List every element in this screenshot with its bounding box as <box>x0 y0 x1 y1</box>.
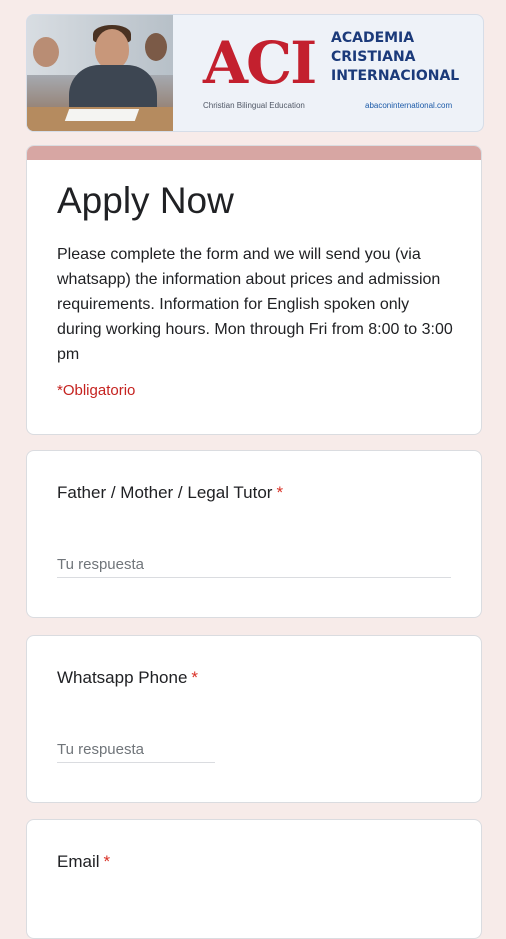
question-card-whatsapp-phone: Whatsapp Phone * <box>26 635 482 803</box>
required-asterisk: * <box>191 668 199 687</box>
question-label-text: Whatsapp Phone <box>57 668 188 687</box>
question-label-text: Father / Mother / Legal Tutor <box>57 483 273 502</box>
question-card-father-mother-tutor: Father / Mother / Legal Tutor * <box>26 450 482 618</box>
school-tagline: Christian Bilingual Education <box>203 101 305 110</box>
accent-bar <box>27 146 481 160</box>
header-banner: ACI ACADEMIA CRISTIANA INTERNACIONAL Chr… <box>26 14 484 132</box>
required-note: *Obligatorio <box>57 382 136 399</box>
aci-logo: ACI <box>203 29 317 97</box>
father-mother-tutor-input[interactable] <box>57 551 451 578</box>
form-header-card: Apply Now Please complete the form and w… <box>26 145 482 435</box>
required-asterisk: * <box>103 852 111 871</box>
question-label-text: Email <box>57 852 100 871</box>
form-description: Please complete the form and we will sen… <box>57 246 453 363</box>
question-label: Father / Mother / Legal Tutor * <box>57 483 283 503</box>
whatsapp-phone-input[interactable] <box>57 736 215 763</box>
required-asterisk: * <box>276 483 284 502</box>
form-title: Apply Now <box>57 180 234 221</box>
question-label: Whatsapp Phone * <box>57 668 198 688</box>
school-name: ACADEMIA CRISTIANA INTERNACIONAL <box>331 30 460 84</box>
school-url: abaconinternational.com <box>365 101 453 110</box>
question-label: Email * <box>57 852 110 872</box>
question-card-email: Email * <box>26 819 482 939</box>
student-photo <box>27 15 173 131</box>
